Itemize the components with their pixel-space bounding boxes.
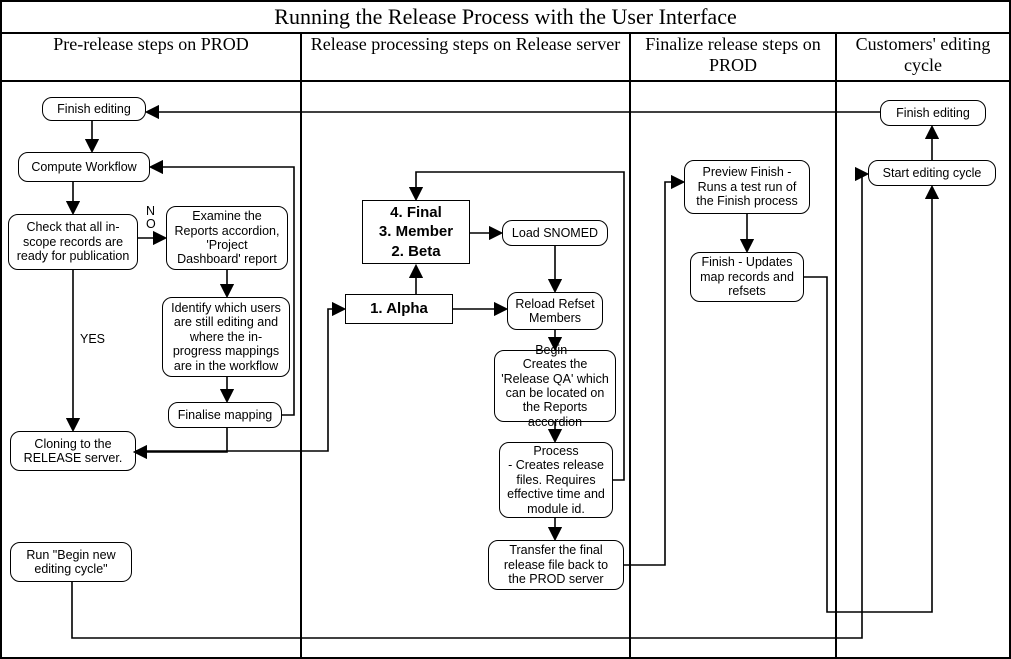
node-cloning: Cloning to the RELEASE server.: [10, 431, 136, 471]
node-preview-finish: Preview Finish - Runs a test run of the …: [684, 160, 810, 214]
vline-1: [300, 32, 302, 657]
node-stages-alpha: 1. Alpha: [345, 294, 453, 324]
vline-3: [835, 32, 837, 657]
node-stages-top: 4. Final 3. Member 2. Beta: [362, 200, 470, 264]
node-process: Process - Creates release files. Require…: [499, 442, 613, 518]
node-compute-workflow: Compute Workflow: [18, 152, 150, 182]
node-reload-refset: Reload Refset Members: [507, 292, 603, 330]
node-finish-editing-2: Finish editing: [880, 100, 986, 126]
node-finalise-mapping: Finalise mapping: [168, 402, 282, 428]
node-load-snomed: Load SNOMED: [502, 220, 608, 246]
node-begin-qa: Begin - Creates the 'Release QA' which c…: [494, 350, 616, 422]
hline-header: [2, 80, 1009, 82]
node-examine-reports: Examine the Reports accordion, 'Project …: [166, 206, 288, 270]
col-head-2: Release processing steps on Release serv…: [302, 34, 629, 55]
node-check-inscope: Check that all in-scope records are read…: [8, 214, 138, 270]
node-begin-new: Run "Begin new editing cycle": [10, 542, 132, 582]
diagram-title: Running the Release Process with the Use…: [2, 4, 1009, 30]
diagram-frame: Running the Release Process with the Use…: [0, 0, 1011, 659]
node-identify-users: Identify which users are still editing a…: [162, 297, 290, 377]
node-finish-updates: Finish - Updates map records and refsets: [690, 252, 804, 302]
node-start-editing: Start editing cycle: [868, 160, 996, 186]
node-transfer: Transfer the final release file back to …: [488, 540, 624, 590]
col-head-4: Customers' editing cycle: [837, 34, 1009, 75]
vline-2: [629, 32, 631, 657]
node-finish-editing-1: Finish editing: [42, 97, 146, 121]
col-head-3: Finalize release steps on PROD: [631, 34, 835, 75]
col-head-1: Pre-release steps on PROD: [2, 34, 300, 55]
label-no: NO: [146, 205, 156, 230]
label-yes: YES: [80, 332, 105, 346]
